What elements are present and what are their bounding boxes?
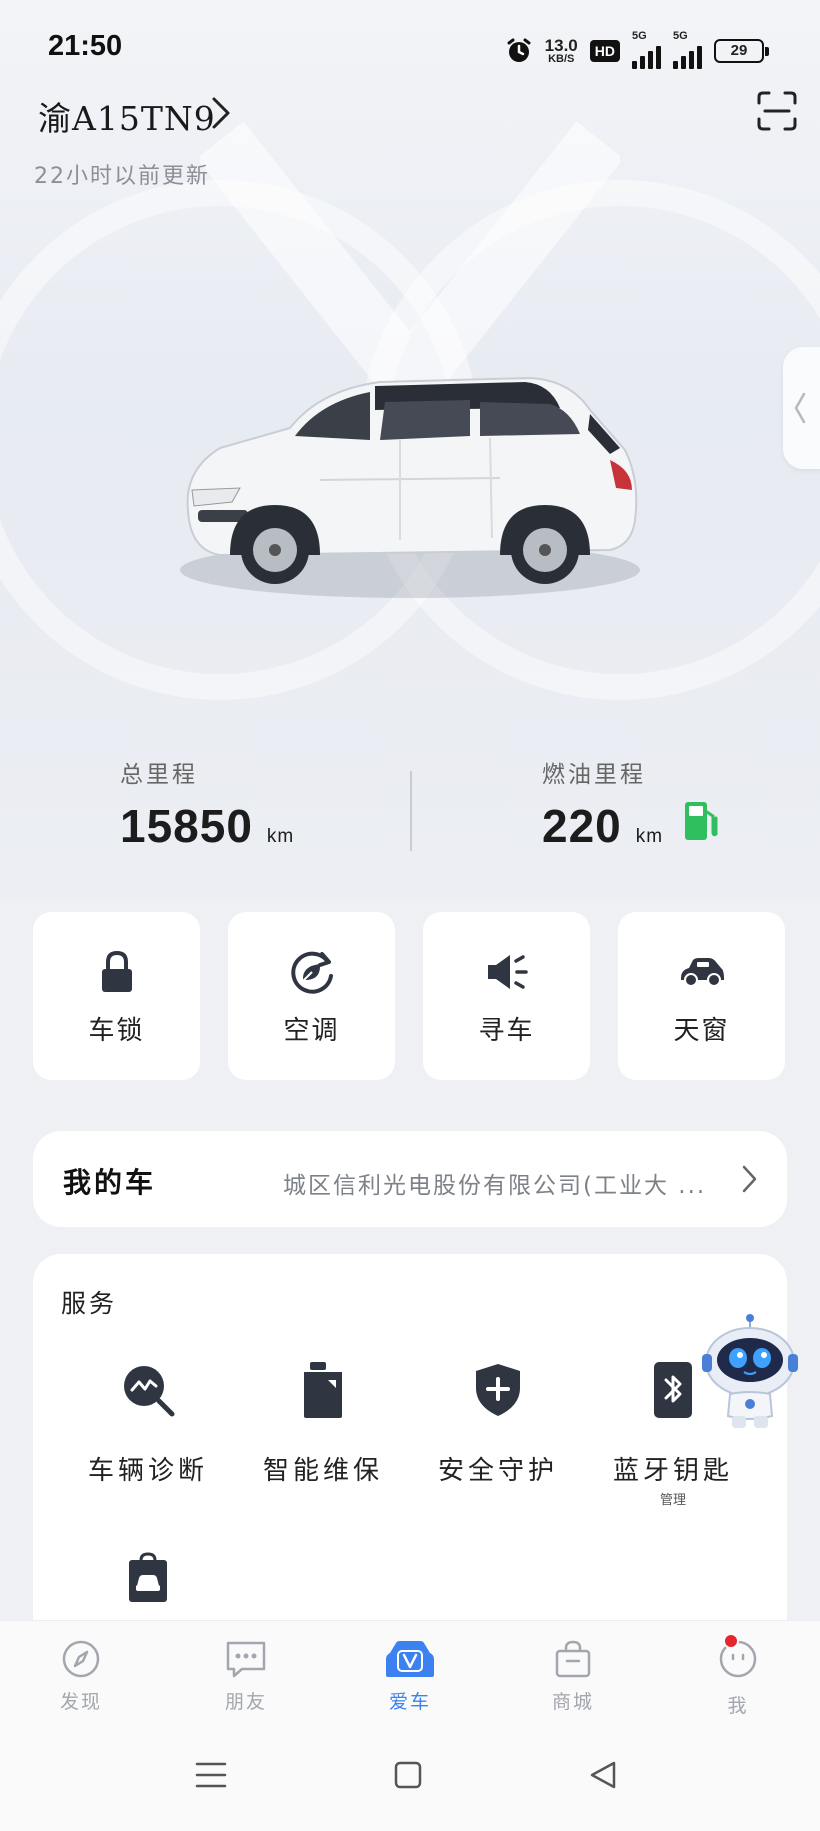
battery-icon: 29 bbox=[714, 38, 769, 63]
status-icons: 13.0 KB/S HD 5G 5G 29 bbox=[505, 30, 769, 69]
control-label: 天窗 bbox=[673, 1016, 730, 1046]
services-panel: 服务 车辆诊断 智能维保 安全守护 蓝牙钥匙 管理 bbox=[33, 1254, 787, 1654]
service-safety-guard[interactable]: 安全守护 bbox=[408, 1358, 588, 1487]
scan-icon[interactable] bbox=[756, 90, 798, 132]
home-icon[interactable] bbox=[393, 1760, 423, 1790]
tab-label: 商城 bbox=[551, 1691, 594, 1713]
status-bar: 21:50 13.0 KB/S HD 5G 5G 29 bbox=[0, 0, 820, 92]
system-nav-bar bbox=[0, 1730, 820, 1831]
total-mileage-label: 总里程 bbox=[120, 762, 198, 788]
tab-label: 爱车 bbox=[388, 1691, 431, 1713]
signal-icon: 5G bbox=[673, 30, 702, 69]
services-title: 服务 bbox=[61, 1289, 118, 1318]
fuel-range: 燃油里程 220 km bbox=[542, 755, 719, 853]
service-sublabel: 管理 bbox=[659, 1493, 686, 1508]
hd-voice-icon: HD bbox=[589, 39, 620, 62]
net-speed: 13.0 KB/S bbox=[545, 37, 578, 65]
total-mileage: 总里程 15850 km bbox=[120, 755, 294, 853]
fuel-range-unit: km bbox=[635, 826, 664, 847]
tab-label: 发现 bbox=[59, 1691, 102, 1713]
service-vehicle-diagnosis[interactable]: 车辆诊断 bbox=[58, 1358, 238, 1487]
compass-icon bbox=[62, 1640, 100, 1678]
fuel-pump-icon bbox=[685, 802, 718, 840]
mileage-section: 总里程 15850 km 燃油里程 220 km bbox=[0, 755, 820, 865]
control-label: 空调 bbox=[283, 1016, 340, 1046]
diagnosis-icon bbox=[124, 1366, 175, 1417]
signal-label: 5G bbox=[673, 30, 688, 42]
car-v-icon bbox=[386, 1641, 434, 1677]
net-speed-value: 13.0 bbox=[544, 35, 578, 55]
tab-discover[interactable]: 发现 bbox=[31, 1639, 131, 1714]
my-car-row[interactable]: 我的车 城区信利光电股份有限公司(工业大 ... bbox=[33, 1131, 787, 1227]
shield-plus-icon bbox=[476, 1364, 520, 1416]
signal-label: 5G bbox=[632, 30, 647, 42]
bottom-tab-bar: 发现 朋友 爱车 商城 我 bbox=[0, 1620, 820, 1730]
car-image bbox=[180, 376, 640, 598]
service-label: 蓝牙钥匙 bbox=[612, 1456, 733, 1486]
status-time: 21:50 bbox=[48, 30, 123, 62]
air-conditioner-icon bbox=[290, 951, 333, 994]
alarm-icon bbox=[507, 38, 531, 62]
chevron-right-icon bbox=[742, 1165, 757, 1193]
tab-label: 朋友 bbox=[224, 1691, 267, 1713]
car-shop-icon bbox=[129, 1552, 167, 1602]
chevron-left-icon bbox=[794, 392, 806, 424]
tab-label: 我 bbox=[727, 1695, 749, 1717]
tab-my-car[interactable]: 爱车 bbox=[360, 1639, 460, 1714]
total-mileage-unit: km bbox=[266, 826, 295, 847]
service-label: 车辆诊断 bbox=[87, 1456, 208, 1486]
chat-icon bbox=[226, 1641, 266, 1678]
license-plate[interactable]: 渝A15TN9 bbox=[38, 92, 216, 140]
service-smart-maintenance[interactable]: 智能维保 bbox=[233, 1358, 413, 1487]
chevron-right-icon[interactable] bbox=[206, 95, 236, 131]
menu-icon[interactable] bbox=[195, 1760, 227, 1790]
bluetooth-key-icon bbox=[654, 1362, 692, 1418]
tab-mall[interactable]: 商城 bbox=[523, 1639, 623, 1714]
shopping-bag-icon bbox=[555, 1640, 591, 1678]
lock-icon bbox=[101, 950, 132, 992]
net-speed-unit: KB/S bbox=[548, 52, 575, 65]
tab-friends[interactable]: 朋友 bbox=[196, 1639, 296, 1714]
horn-icon bbox=[487, 955, 528, 989]
sunroof-car-icon bbox=[680, 958, 724, 987]
back-icon[interactable] bbox=[588, 1760, 618, 1790]
total-mileage-number: 15850 bbox=[120, 800, 253, 852]
maintenance-icon bbox=[304, 1362, 342, 1418]
divider bbox=[410, 771, 412, 851]
control-label: 车锁 bbox=[88, 1016, 145, 1046]
robot-assistant-icon[interactable] bbox=[700, 1312, 800, 1430]
fuel-range-label: 燃油里程 bbox=[542, 762, 646, 788]
tab-me[interactable]: 我 bbox=[688, 1633, 788, 1718]
total-mileage-value: 15850 km bbox=[120, 799, 294, 853]
control-ac[interactable]: 空调 bbox=[228, 912, 395, 1080]
side-drawer-handle[interactable] bbox=[783, 347, 820, 469]
notification-dot bbox=[723, 1633, 739, 1649]
service-label: 智能维保 bbox=[262, 1456, 383, 1486]
control-find-car[interactable]: 寻车 bbox=[423, 912, 590, 1080]
service-label: 安全守护 bbox=[437, 1456, 558, 1486]
control-sunroof[interactable]: 天窗 bbox=[618, 912, 785, 1080]
signal-icon: 5G bbox=[632, 30, 661, 69]
fuel-range-number: 220 bbox=[542, 800, 622, 852]
service-car-shop[interactable] bbox=[58, 1546, 238, 1610]
quick-controls: 车锁 空调 寻车 天窗 bbox=[33, 912, 787, 1080]
update-time: 22小时以前更新 bbox=[34, 164, 210, 189]
my-car-title: 我的车 bbox=[63, 1166, 157, 1199]
car-location-address: 城区信利光电股份有限公司(工业大 ... bbox=[283, 1173, 707, 1199]
fuel-range-value: 220 km bbox=[542, 799, 719, 853]
control-lock[interactable]: 车锁 bbox=[33, 912, 200, 1080]
control-label: 寻车 bbox=[478, 1016, 535, 1046]
